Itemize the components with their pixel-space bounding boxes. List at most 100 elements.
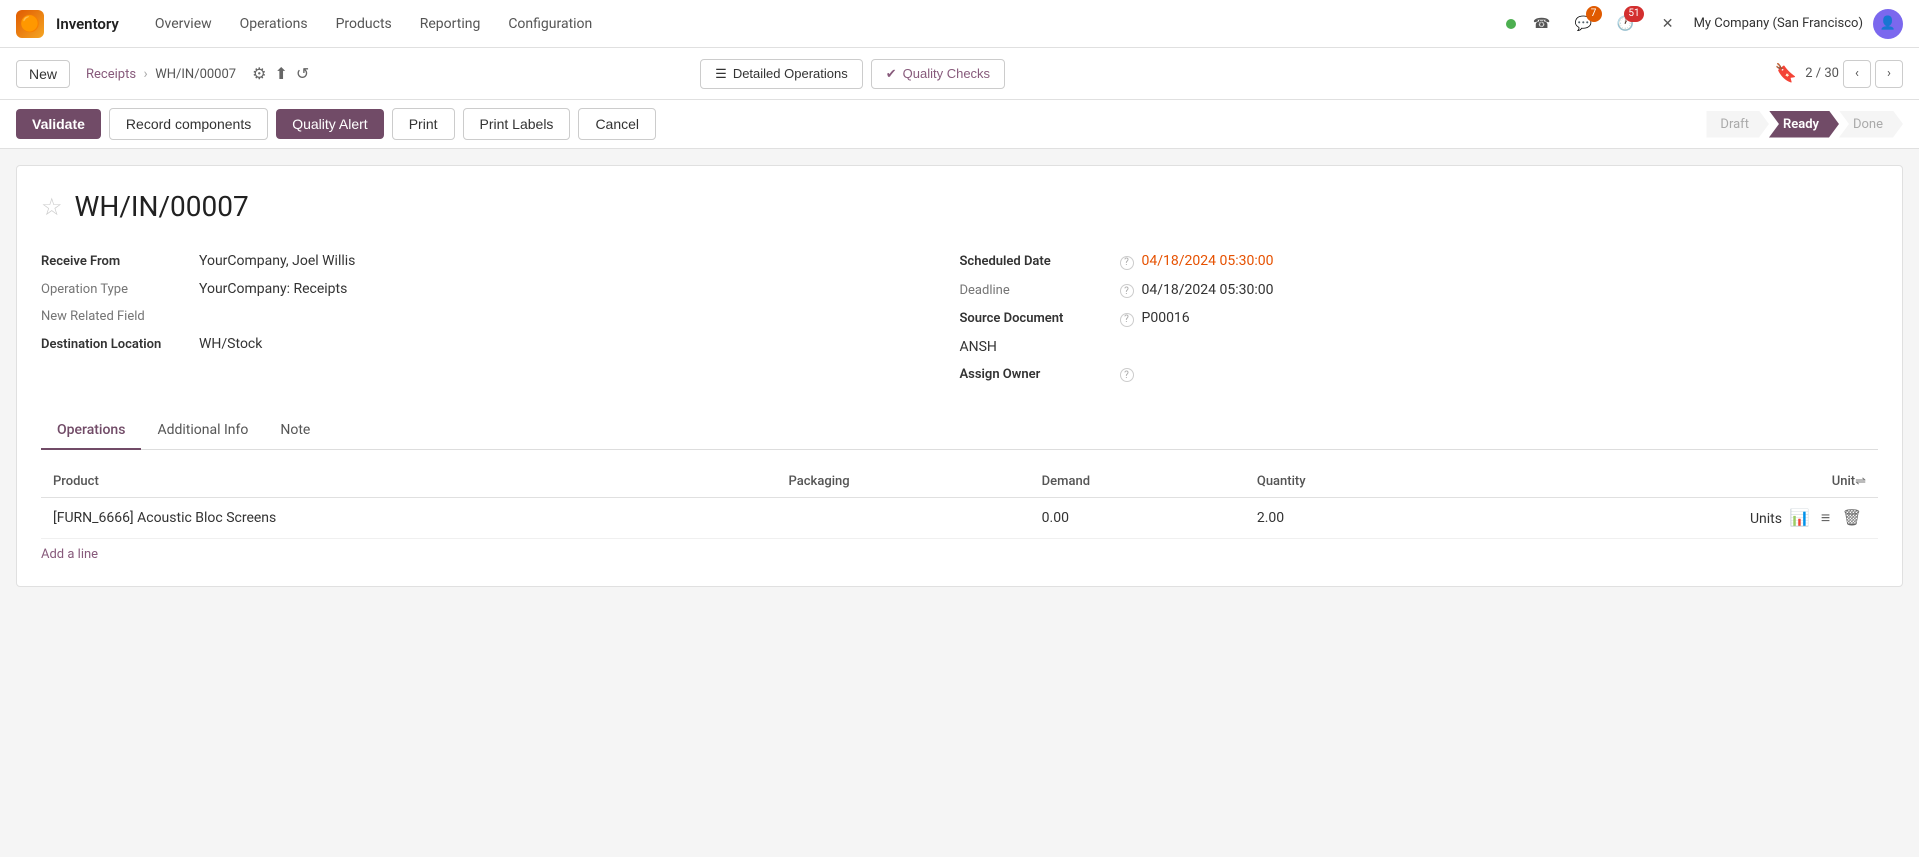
breadcrumb-parent[interactable]: Receipts	[86, 67, 136, 82]
destination-location-label: Destination Location	[41, 337, 191, 352]
document-title: WH/IN/00007	[75, 190, 249, 223]
destination-location-value[interactable]: WH/Stock	[199, 336, 262, 352]
destination-location-field: Destination Location WH/Stock	[41, 330, 960, 358]
prev-record-button[interactable]: ‹	[1843, 60, 1871, 88]
new-button[interactable]: New	[16, 60, 70, 88]
source-document-value[interactable]: P00016	[1142, 310, 1190, 326]
app-name: Inventory	[56, 15, 119, 33]
nav-products[interactable]: Products	[324, 10, 404, 38]
receive-from-field: Receive From YourCompany, Joel Willis	[41, 247, 960, 275]
upload-icon[interactable]: ⬆	[274, 64, 287, 83]
second-bar: New Receipts › WH/IN/00007 ⚙ ⬆ ↺ ☰ Detai…	[0, 48, 1919, 100]
breadcrumb: Receipts › WH/IN/00007	[86, 66, 236, 82]
nav-overview[interactable]: Overview	[143, 10, 224, 38]
col-product: Product	[41, 466, 777, 498]
add-line-link[interactable]: Add a line	[41, 547, 98, 562]
delete-icon[interactable]: 🗑	[1842, 508, 1862, 527]
nav-configuration[interactable]: Configuration	[496, 10, 604, 38]
quality-checks-button[interactable]: ✔ Quality Checks	[871, 59, 1005, 89]
col-demand: Demand	[1030, 466, 1245, 498]
nav-links: Overview Operations Products Reporting C…	[143, 10, 1498, 38]
nav-operations[interactable]: Operations	[228, 10, 320, 38]
ansh-field: ANSH	[960, 333, 1879, 361]
scheduled-date-value[interactable]: 04/18/2024 05:30:00	[1142, 253, 1274, 269]
main-content: ☆ WH/IN/00007 Receive From YourCompany, …	[16, 165, 1903, 587]
center-actions: ☰ Detailed Operations ✔ Quality Checks	[700, 59, 1005, 89]
messages-badge: 7	[1586, 6, 1602, 22]
source-document-field: Source Document ? P00016	[960, 304, 1879, 333]
record-counter: 🔖 2 / 30 ‹ ›	[1775, 60, 1903, 88]
record-tools: ⚙ ⬆ ↺	[252, 64, 309, 83]
row-demand[interactable]: 0.00	[1030, 498, 1245, 539]
operation-type-value[interactable]: YourCompany: Receipts	[199, 281, 347, 297]
print-labels-button[interactable]: Print Labels	[463, 108, 571, 140]
deadline-value[interactable]: 04/18/2024 05:30:00	[1142, 282, 1274, 298]
tab-operations[interactable]: Operations	[41, 412, 141, 450]
tab-note[interactable]: Note	[264, 412, 326, 450]
refresh-icon[interactable]: ↺	[296, 64, 309, 83]
row-unit: Units 📊 ≡ 🗑	[1461, 498, 1878, 539]
deadline-field: Deadline ? 04/18/2024 05:30:00	[960, 276, 1879, 305]
source-document-help[interactable]: ?	[1120, 313, 1134, 327]
status-ready[interactable]: Ready	[1769, 111, 1839, 138]
row-packaging[interactable]	[777, 498, 1030, 539]
new-related-field: New Related Field	[41, 303, 960, 330]
status-bar: Draft Ready Done	[1706, 111, 1903, 138]
top-navigation: 🟠 Inventory Overview Operations Products…	[0, 0, 1919, 48]
tab-additional-info[interactable]: Additional Info	[141, 412, 264, 450]
user-avatar[interactable]: 👤	[1873, 9, 1903, 39]
deadline-label: Deadline	[960, 283, 1110, 298]
assign-owner-label: Assign Owner	[960, 367, 1110, 382]
record-components-button[interactable]: Record components	[109, 108, 268, 140]
col-packaging: Packaging	[777, 466, 1030, 498]
operation-type-label: Operation Type	[41, 282, 191, 297]
scheduled-date-label: Scheduled Date	[960, 254, 1110, 269]
activities-badge: 51	[1624, 6, 1643, 22]
receive-from-value[interactable]: YourCompany, Joel Willis	[199, 253, 355, 269]
assign-owner-help[interactable]: ?	[1120, 368, 1134, 382]
print-button[interactable]: Print	[392, 108, 455, 140]
scheduled-date-help[interactable]: ?	[1120, 256, 1134, 270]
quality-alert-button[interactable]: Quality Alert	[276, 109, 383, 139]
breadcrumb-current: WH/IN/00007	[155, 67, 236, 82]
company-name: My Company (San Francisco)	[1694, 16, 1863, 31]
nav-reporting[interactable]: Reporting	[408, 10, 493, 38]
source-document-label: Source Document	[960, 311, 1110, 326]
row-quantity[interactable]: 2.00	[1245, 498, 1461, 539]
status-done[interactable]: Done	[1839, 111, 1903, 138]
settings-icon-btn[interactable]: ✕	[1652, 8, 1684, 40]
status-draft[interactable]: Draft	[1706, 111, 1769, 138]
menu-icon: ☰	[715, 66, 727, 82]
row-product[interactable]: [FURN_6666] Acoustic Bloc Screens	[41, 498, 777, 539]
gear-icon[interactable]: ⚙	[252, 64, 266, 83]
left-fields: Receive From YourCompany, Joel Willis Op…	[41, 247, 960, 388]
favorite-star-icon[interactable]: ☆	[41, 193, 63, 221]
check-icon: ✔	[886, 66, 897, 82]
bookmark-icon[interactable]: 🔖	[1775, 63, 1797, 84]
assign-owner-field: Assign Owner ?	[960, 361, 1879, 389]
activities-icon-btn[interactable]: 🕐 51	[1610, 8, 1642, 40]
deadline-help[interactable]: ?	[1120, 284, 1134, 298]
phone-icon-btn[interactable]: ☎	[1526, 8, 1558, 40]
col-unit: Unit ⇌	[1461, 466, 1878, 498]
cancel-button[interactable]: Cancel	[578, 108, 656, 140]
next-record-button[interactable]: ›	[1875, 60, 1903, 88]
new-related-field-label: New Related Field	[41, 309, 191, 324]
nav-right: ☎ 💬 7 🕐 51 ✕ My Company (San Francisco) …	[1506, 8, 1903, 40]
fields-grid: Receive From YourCompany, Joel Willis Op…	[41, 247, 1878, 388]
table-row: [FURN_6666] Acoustic Bloc Screens 0.00 2…	[41, 498, 1878, 539]
action-bar: Validate Record components Quality Alert…	[0, 100, 1919, 149]
bar-chart-icon[interactable]: 📊	[1789, 508, 1809, 527]
list-icon[interactable]: ≡	[1821, 508, 1830, 527]
scheduled-date-field: Scheduled Date ? 04/18/2024 05:30:00	[960, 247, 1879, 276]
receive-from-label: Receive From	[41, 254, 191, 269]
document-header: ☆ WH/IN/00007	[41, 190, 1878, 223]
validate-button[interactable]: Validate	[16, 109, 101, 139]
detailed-operations-button[interactable]: ☰ Detailed Operations	[700, 59, 863, 89]
tabs: Operations Additional Info Note	[41, 412, 1878, 450]
messages-icon-btn[interactable]: 💬 7	[1568, 8, 1600, 40]
right-fields: Scheduled Date ? 04/18/2024 05:30:00 Dea…	[960, 247, 1879, 388]
operations-table: Product Packaging Demand Quantity Unit ⇌	[41, 466, 1878, 539]
table-settings-icon[interactable]: ⇌	[1855, 474, 1866, 489]
app-logo: 🟠	[16, 10, 44, 38]
